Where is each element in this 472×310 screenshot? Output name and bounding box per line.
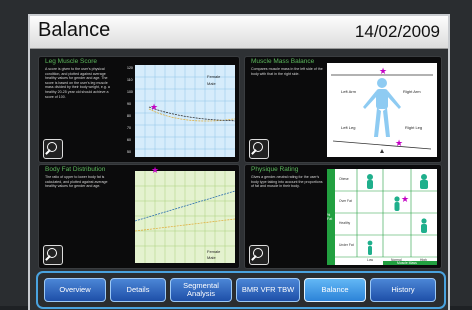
panel-title: Body Fat Distribution xyxy=(45,166,106,173)
device-frame: Balance 14/02/2009 Leg Muscle Score A sc… xyxy=(0,0,472,310)
header-bar: Balance 14/02/2009 xyxy=(30,16,448,49)
panel-description: Compares muscle mass in the left side of… xyxy=(251,67,323,76)
label-right-leg: Right Leg xyxy=(405,125,423,130)
panel-title: Physique Rating xyxy=(251,166,299,173)
muscle-mass-label: Muscle Mass xyxy=(397,261,417,265)
bottom-nav: Overview Details Segmental Analysis BMR … xyxy=(36,271,446,309)
legend-male: Male xyxy=(207,81,216,86)
star-marker-icon: ★ xyxy=(151,165,160,175)
page-title: Balance xyxy=(38,19,111,41)
star-marker-icon: ★ xyxy=(379,66,388,76)
y-tick: 80 xyxy=(127,114,131,118)
label-right-arm: Right Arm xyxy=(403,89,421,94)
nav-history-button[interactable]: History xyxy=(370,278,436,302)
muscle-balance-chart: ★ ★ Left Arm Right Arm Left Leg Right Le… xyxy=(327,63,437,157)
y-tick: 50 xyxy=(127,150,131,154)
row-label: Under Fat xyxy=(339,243,354,247)
nav-bmr-button[interactable]: BMR VFR TBW xyxy=(236,278,300,302)
app-screen: Balance 14/02/2009 Leg Muscle Score A sc… xyxy=(28,14,450,310)
panel-description: Gives a gender-neutral rating for the us… xyxy=(251,175,323,189)
star-marker-icon: ★ xyxy=(395,138,404,148)
row-label: Obese xyxy=(339,177,349,181)
muscle-mass-band: Muscle Mass xyxy=(383,261,437,265)
y-tick: 100 xyxy=(127,90,133,94)
col-label: Low xyxy=(367,258,374,262)
panel-title: Muscle Mass Balance xyxy=(251,58,315,65)
nav-details-button[interactable]: Details xyxy=(110,278,166,302)
muscle-balance-panel: Muscle Mass Balance Compares muscle mass… xyxy=(244,56,442,163)
row-label: Healthy xyxy=(339,221,351,225)
legend-male: Male xyxy=(207,255,216,260)
physique-chart: % Fat Obese Over Fat Healthy Under Fat L… xyxy=(327,169,437,265)
date-display: 14/02/2009 xyxy=(354,22,440,41)
y-tick: 110 xyxy=(127,78,133,82)
row-label: Over Fat xyxy=(339,199,352,203)
star-marker-icon: ★ xyxy=(150,102,159,112)
leg-muscle-chart: Female Male ★ xyxy=(135,65,236,157)
y-tick: 70 xyxy=(127,126,131,130)
nav-balance-button[interactable]: Balance xyxy=(304,278,366,302)
legend-female: Female xyxy=(207,249,221,254)
nav-segmental-button[interactable]: Segmental Analysis xyxy=(170,278,232,302)
label-left-leg: Left Leg xyxy=(341,125,356,130)
fat-axis-label: % Fat xyxy=(327,213,333,221)
label-left-arm: Left Arm xyxy=(341,89,356,94)
leg-muscle-panel: Leg Muscle Score A score is given to the… xyxy=(38,56,240,163)
star-marker-icon: ★ xyxy=(401,194,410,204)
fat-axis-band: % Fat xyxy=(327,169,335,265)
zoom-in-button[interactable] xyxy=(249,139,269,159)
y-tick: 90 xyxy=(127,102,131,106)
body-fat-chart: Female Male xyxy=(134,171,236,263)
panel-description: A score is given to the user's physical … xyxy=(45,67,110,99)
physique-panel: Physique Rating Gives a gender-neutral r… xyxy=(244,164,442,269)
body-fat-panel: Body Fat Distribution The ratio of upper… xyxy=(38,164,240,269)
body-figure-icon xyxy=(331,74,433,153)
y-tick: 120 xyxy=(127,66,133,70)
physique-grid xyxy=(335,169,437,258)
zoom-in-button[interactable] xyxy=(43,139,63,159)
zoom-in-button[interactable] xyxy=(43,245,63,265)
zoom-in-button[interactable] xyxy=(249,245,269,265)
legend-female: Female xyxy=(207,74,221,79)
panel-description: The ratio of upper to lower body fat is … xyxy=(45,175,108,189)
nav-overview-button[interactable]: Overview xyxy=(44,278,106,302)
panel-title: Leg Muscle Score xyxy=(45,58,98,65)
y-tick: 60 xyxy=(127,138,131,142)
